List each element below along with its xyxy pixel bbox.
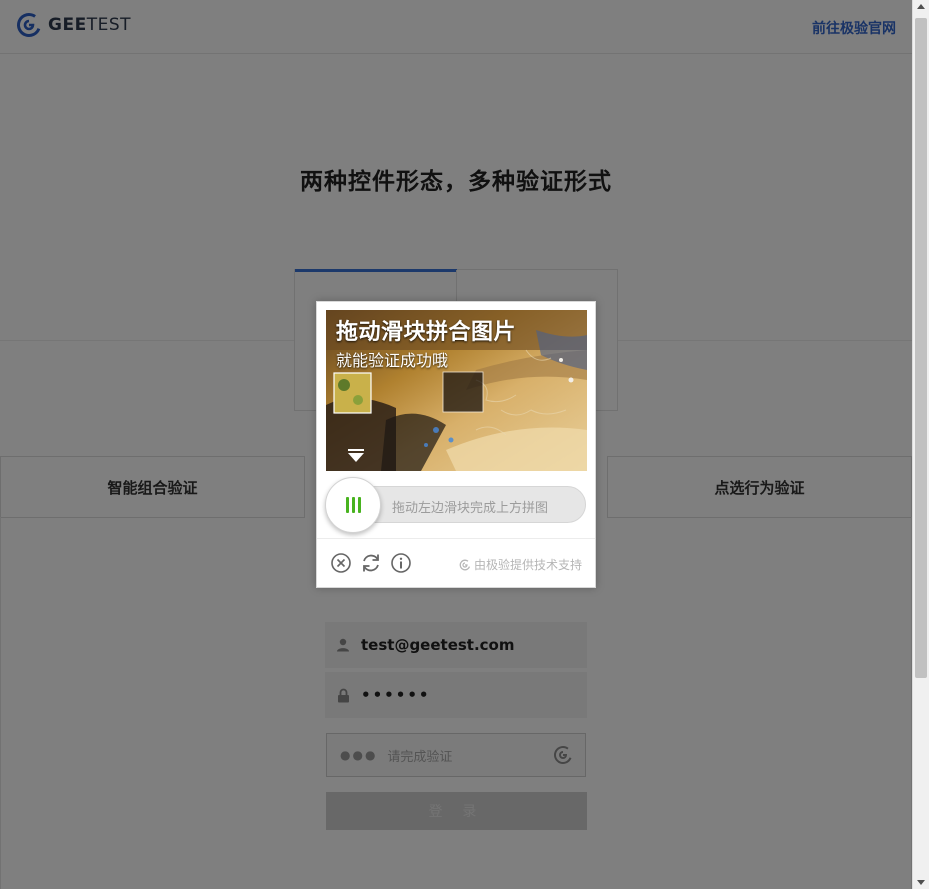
- scroll-down-icon[interactable]: [917, 880, 925, 885]
- scrollbar-thumb[interactable]: [915, 18, 927, 678]
- vertical-scrollbar[interactable]: [912, 0, 929, 889]
- puzzle-image: 拖动滑块拼合图片 就能验证成功哦: [326, 310, 587, 471]
- grip-icon: [345, 497, 349, 513]
- slider-hint: 拖动左边滑块完成上方拼图: [392, 501, 549, 516]
- geetest-mini-icon: [459, 559, 471, 570]
- scroll-up-icon[interactable]: [917, 4, 925, 9]
- close-icon[interactable]: [330, 552, 352, 574]
- captcha-subtitle: 就能验证成功哦: [336, 351, 449, 370]
- powered-by-link[interactable]: 由极验提供技术支持: [459, 556, 582, 573]
- captcha-title: 拖动滑块拼合图片: [336, 320, 517, 345]
- powered-by-text: 由极验提供技术支持: [473, 558, 582, 572]
- refresh-icon[interactable]: [360, 552, 382, 574]
- popup-footer-divider: [317, 538, 595, 539]
- slider-knob[interactable]: [325, 477, 381, 533]
- info-icon[interactable]: [390, 552, 412, 574]
- slide-captcha-popup: 拖动滑块拼合图片 就能验证成功哦 拖动左边滑块完成上方拼图 由极验提供技术支持: [316, 301, 596, 588]
